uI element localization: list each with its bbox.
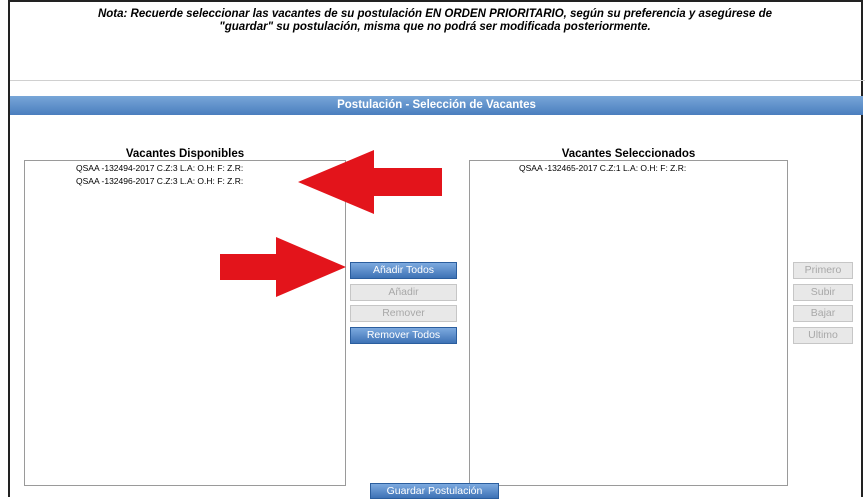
move-down-button[interactable]: Bajar (793, 305, 853, 322)
section-title-bar: Postulación - Selección de Vacantes (10, 96, 863, 115)
move-first-button[interactable]: Primero (793, 262, 853, 279)
note-line-1: Nota: Recuerde seleccionar las vacantes … (97, 8, 773, 20)
add-all-button[interactable]: Añadir Todos (350, 262, 457, 279)
note-line-2: "guardar" su postulación, misma que no p… (219, 21, 651, 33)
move-up-button[interactable]: Subir (793, 284, 853, 301)
list-item[interactable]: QSAA -132465-2017 C.Z:1 L.A: O.H: F: Z.R… (470, 163, 787, 174)
remove-all-button[interactable]: Remover Todos (350, 327, 457, 344)
move-last-button[interactable]: Ultimo (793, 327, 853, 344)
add-button[interactable]: Añadir (350, 284, 457, 301)
selected-list-title: Vacantes Seleccionados (561, 148, 696, 160)
red-arrow-icon (298, 150, 442, 214)
selected-vacancies-listbox[interactable]: QSAA -132465-2017 C.Z:1 L.A: O.H: F: Z.R… (469, 160, 788, 486)
remove-button[interactable]: Remover (350, 305, 457, 322)
note-divider (10, 80, 865, 81)
red-arrow-icon (220, 237, 346, 297)
instruction-note: Nota: Recuerde seleccionar las vacantes … (20, 8, 850, 34)
